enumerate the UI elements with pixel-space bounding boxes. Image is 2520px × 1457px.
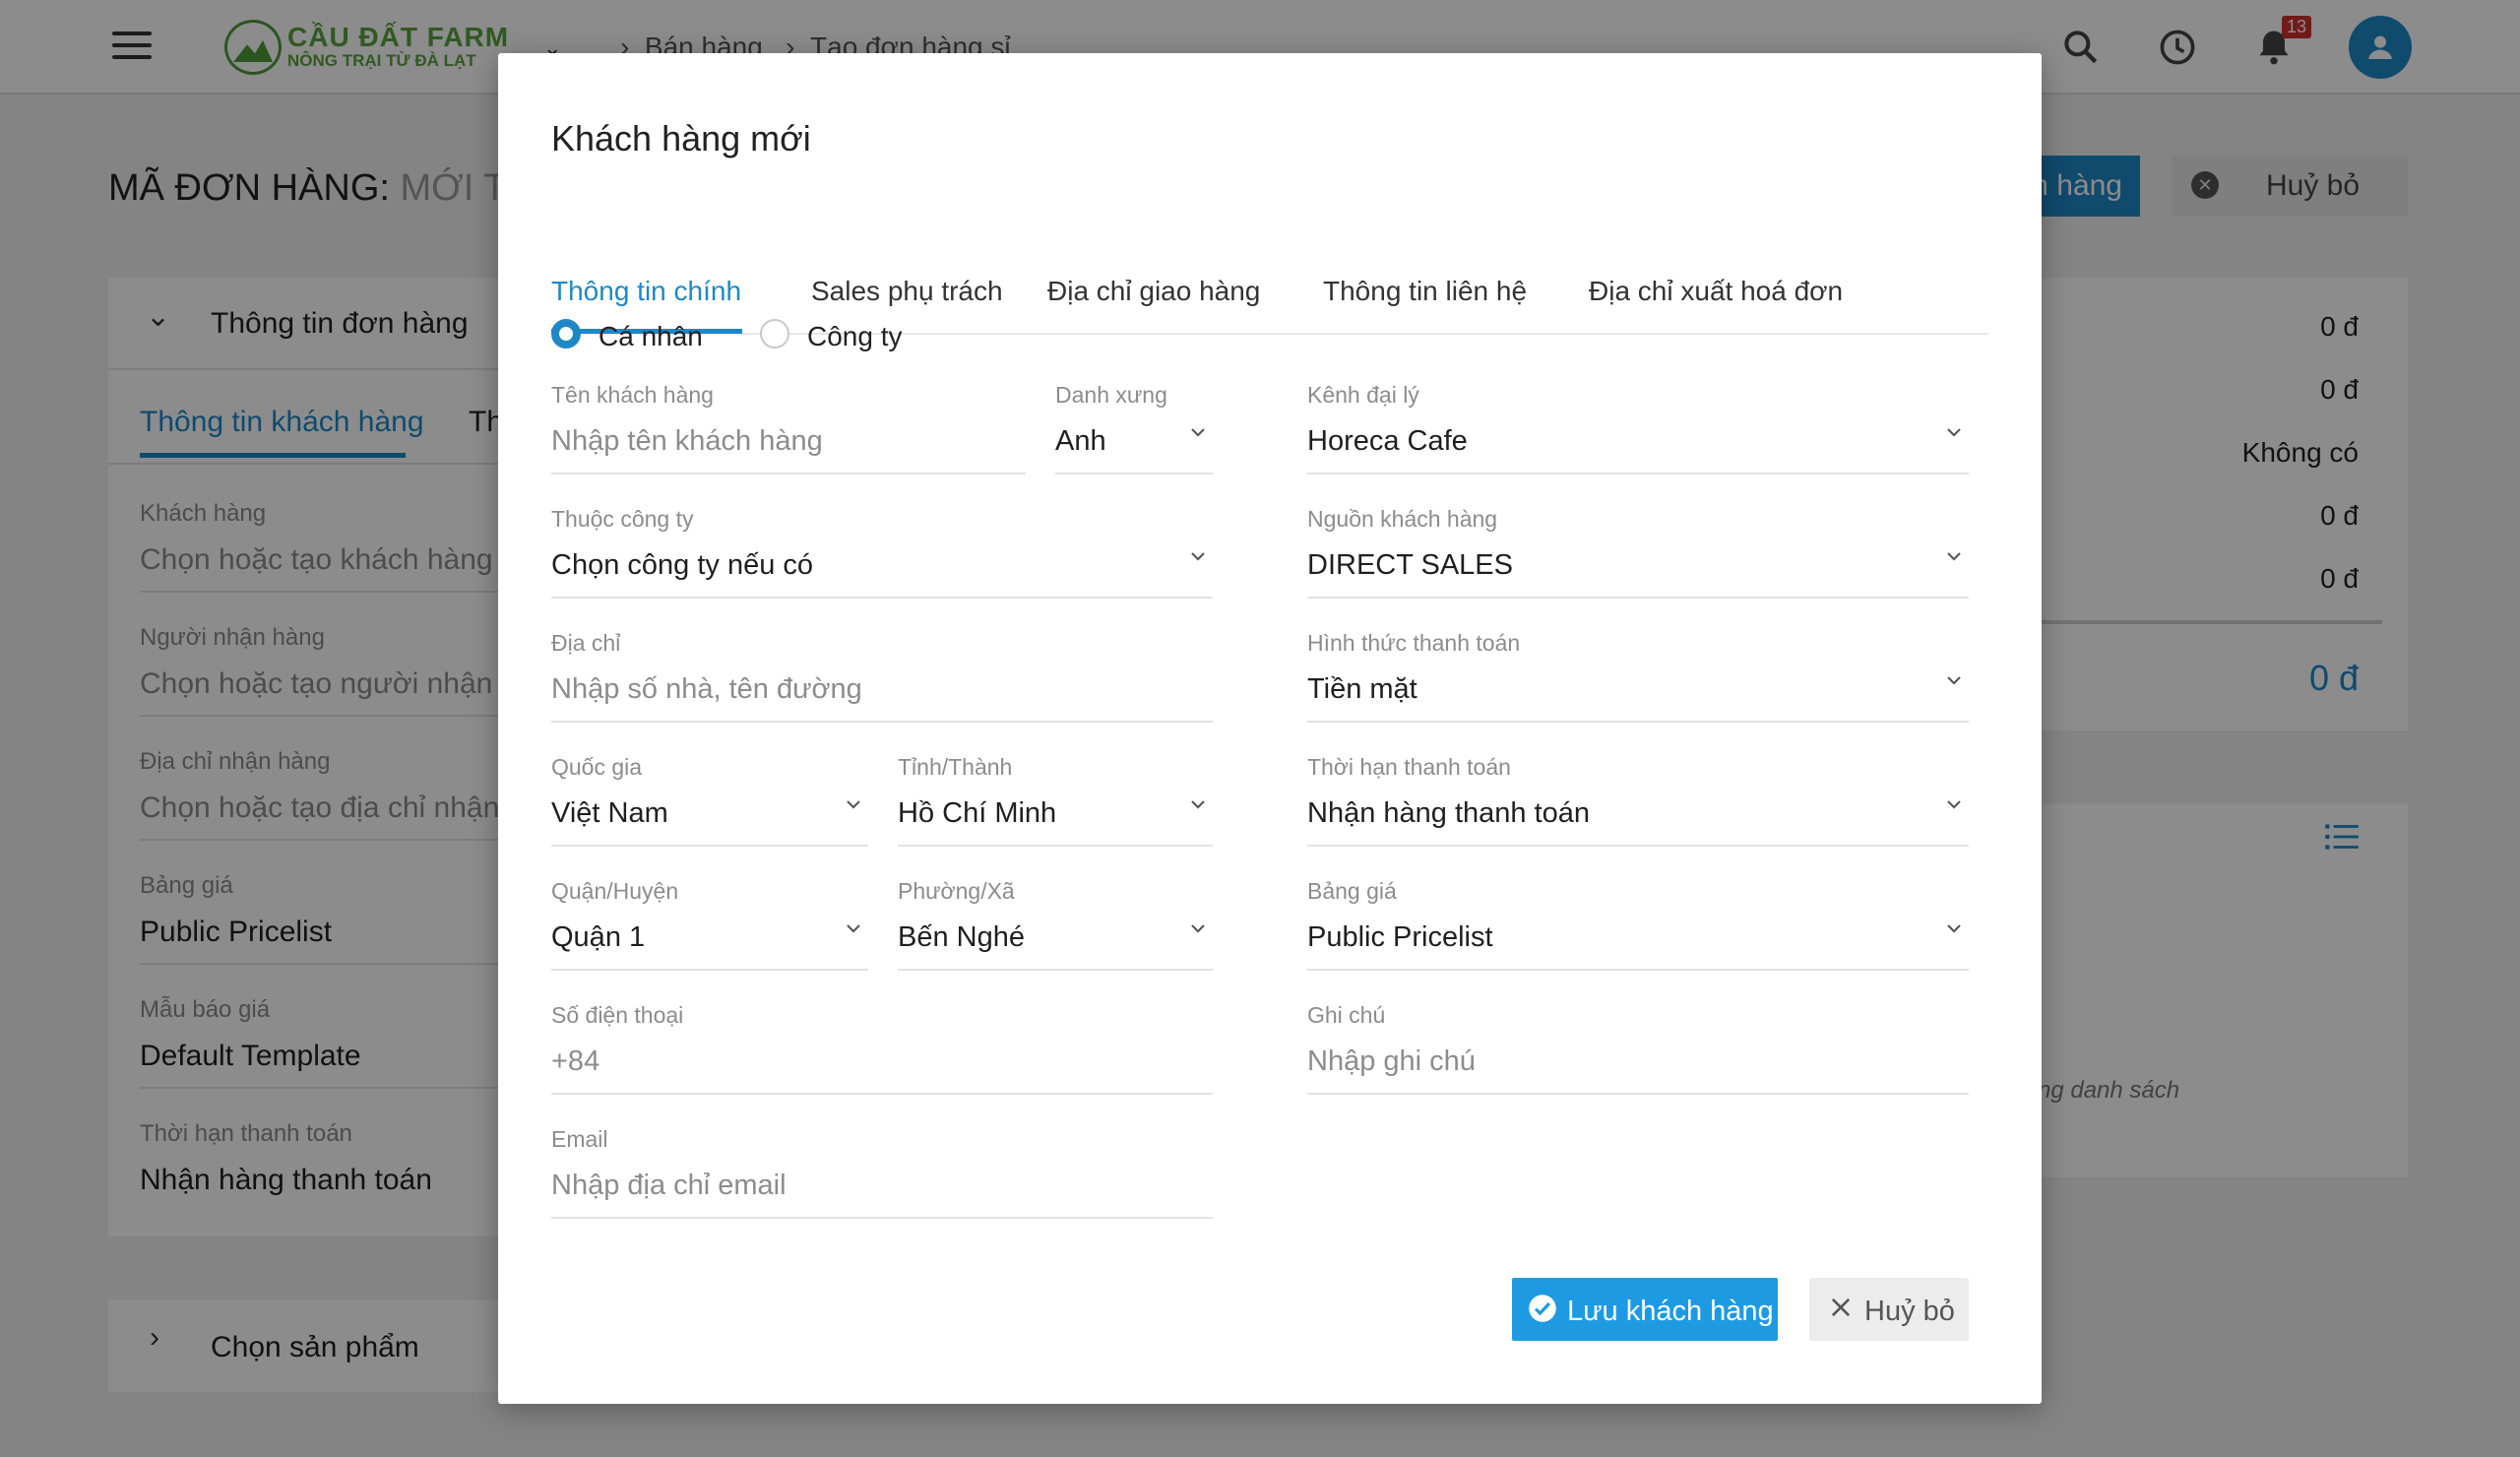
field-underline [1307, 1093, 1969, 1095]
salutation-select[interactable]: Anh [1055, 425, 1106, 458]
save-customer-label: Lưu khách hàng [1567, 1296, 1774, 1327]
phone-field[interactable]: Số điện thoại +84 [551, 1002, 1213, 1110]
chevron-down-icon[interactable] [1189, 423, 1207, 441]
field-underline [551, 969, 868, 971]
agent-channel-select[interactable]: Horeca Cafe [1307, 425, 1468, 458]
district-select[interactable]: Quận 1 [551, 921, 645, 954]
pricelist-select[interactable]: Public Pricelist [1307, 921, 1493, 954]
field-label: Địa chỉ [551, 630, 621, 656]
country-select[interactable]: Việt Nam [551, 797, 668, 830]
field-underline [1307, 845, 1969, 847]
field-underline [551, 473, 1026, 475]
field-label: Tỉnh/Thành [898, 754, 1013, 780]
cancel-label: Huỷ bỏ [1864, 1296, 1955, 1327]
chevron-down-icon[interactable] [1189, 795, 1207, 813]
radio-label: Cá nhân [598, 321, 703, 351]
tab-contact-info[interactable]: Thông tin liên hệ [1323, 276, 1527, 307]
email-input[interactable]: Nhập địa chỉ email [551, 1170, 787, 1202]
save-customer-button[interactable]: Lưu khách hàng [1512, 1278, 1778, 1341]
field-underline [551, 1217, 1213, 1219]
field-underline [551, 845, 868, 847]
cancel-button[interactable]: Huỷ bỏ [1809, 1278, 1969, 1341]
field-underline [1307, 721, 1969, 723]
field-label: Phường/Xã [898, 878, 1015, 904]
chevron-down-icon[interactable] [845, 919, 862, 937]
field-label: Thuộc công ty [551, 506, 694, 532]
customer-name-field[interactable]: Tên khách hàng Nhập tên khách hàng [551, 382, 1026, 490]
dialog-tabs: Thông tin chính Sales phụ trách Địa chỉ … [551, 221, 1988, 337]
field-label: Ghi chú [1307, 1002, 1386, 1028]
province-field[interactable]: Tỉnh/Thành Hồ Chí Minh [898, 754, 1213, 862]
tab-shipping-address[interactable]: Địa chỉ giao hàng [1047, 276, 1260, 307]
radio-checked [551, 319, 581, 348]
payment-term-select[interactable]: Nhận hàng thanh toán [1307, 797, 1590, 830]
field-underline [551, 1093, 1213, 1095]
pricelist-field[interactable]: Bảng giá Public Pricelist [1307, 878, 1969, 986]
tab-invoice-address[interactable]: Địa chỉ xuất hoá đơn [1589, 276, 1843, 307]
check-circle-icon [1529, 1295, 1556, 1322]
field-underline [898, 845, 1213, 847]
radio-label: Công ty [807, 321, 903, 351]
company-select[interactable]: Chọn công ty nếu có [551, 549, 813, 582]
field-label: Tên khách hàng [551, 382, 714, 408]
customer-source-select[interactable]: DIRECT SALES [1307, 549, 1513, 582]
customer-name-input[interactable]: Nhập tên khách hàng [551, 425, 823, 458]
field-label: Quốc gia [551, 754, 643, 780]
tab-sales[interactable]: Sales phụ trách [811, 276, 1003, 307]
ward-select[interactable]: Bến Nghé [898, 921, 1025, 954]
customer-source-field[interactable]: Nguồn khách hàng DIRECT SALES [1307, 506, 1969, 614]
field-underline [551, 597, 1213, 599]
field-label: Nguồn khách hàng [1307, 506, 1498, 532]
district-field[interactable]: Quận/Huyện Quận 1 [551, 878, 868, 986]
payment-method-field[interactable]: Hình thức thanh toán Tiền mặt [1307, 630, 1969, 738]
field-label: Email [551, 1126, 608, 1152]
chevron-down-icon[interactable] [1945, 423, 1963, 441]
dialog-title: Khách hàng mới [551, 118, 811, 158]
field-underline [898, 969, 1213, 971]
field-underline [1307, 597, 1969, 599]
field-underline [1307, 969, 1969, 971]
address-input[interactable]: Nhập số nhà, tên đường [551, 673, 862, 706]
company-field[interactable]: Thuộc công ty Chọn công ty nếu có [551, 506, 1213, 614]
new-customer-dialog: Khách hàng mới Thông tin chính Sales phụ… [498, 53, 2042, 1404]
radio-unchecked [760, 319, 789, 348]
phone-input[interactable]: +84 [551, 1045, 599, 1078]
field-label: Số điện thoại [551, 1002, 684, 1028]
chevron-down-icon[interactable] [1945, 671, 1963, 689]
chevron-down-icon[interactable] [845, 795, 862, 813]
field-label: Thời hạn thanh toán [1307, 754, 1511, 780]
tab-main-info[interactable]: Thông tin chính [551, 276, 741, 307]
field-label: Quận/Huyện [551, 878, 679, 904]
close-icon [1831, 1298, 1851, 1317]
field-underline [551, 721, 1213, 723]
field-label: Hình thức thanh toán [1307, 630, 1521, 656]
email-field[interactable]: Email Nhập địa chỉ email [551, 1126, 1213, 1235]
salutation-field[interactable]: Danh xưng Anh [1055, 382, 1213, 490]
chevron-down-icon[interactable] [1945, 919, 1963, 937]
ward-field[interactable]: Phường/Xã Bến Nghé [898, 878, 1213, 986]
agent-channel-field[interactable]: Kênh đại lý Horeca Cafe [1307, 382, 1969, 490]
chevron-down-icon[interactable] [1945, 547, 1963, 565]
province-select[interactable]: Hồ Chí Minh [898, 797, 1056, 830]
payment-term-field[interactable]: Thời hạn thanh toán Nhận hàng thanh toán [1307, 754, 1969, 862]
payment-method-select[interactable]: Tiền mặt [1307, 673, 1418, 706]
field-underline [1307, 473, 1969, 475]
chevron-down-icon[interactable] [1945, 795, 1963, 813]
note-input[interactable]: Nhập ghi chú [1307, 1045, 1476, 1078]
field-label: Bảng giá [1307, 878, 1397, 904]
field-underline [1055, 473, 1213, 475]
field-label: Kênh đại lý [1307, 382, 1419, 408]
note-field[interactable]: Ghi chú Nhập ghi chú [1307, 1002, 1969, 1110]
field-label: Danh xưng [1055, 382, 1167, 408]
chevron-down-icon[interactable] [1189, 547, 1207, 565]
country-field[interactable]: Quốc gia Việt Nam [551, 754, 868, 862]
chevron-down-icon[interactable] [1189, 919, 1207, 937]
address-field[interactable]: Địa chỉ Nhập số nhà, tên đường [551, 630, 1213, 738]
